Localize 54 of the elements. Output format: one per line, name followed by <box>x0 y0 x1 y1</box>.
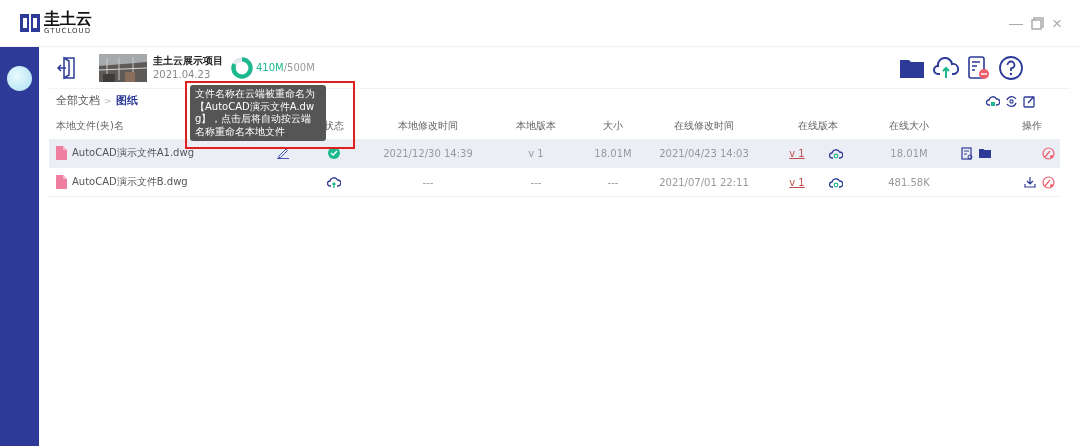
document-icon[interactable] <box>961 146 973 160</box>
table-cell-text: v 1 <box>527 147 545 159</box>
unlink-icon[interactable] <box>1042 175 1055 189</box>
cloud-icon <box>828 176 843 188</box>
table-cell-text: 18.01M <box>593 147 633 159</box>
file-icon <box>56 146 67 160</box>
version-link[interactable]: v 1 <box>789 176 805 188</box>
storage-ring <box>231 56 253 79</box>
column-header: 状态 <box>324 119 344 133</box>
breadcrumb-link[interactable]: 图纸 <box>115 94 138 108</box>
help-icon[interactable] <box>999 55 1023 80</box>
table-cell-text: 18.01M <box>889 147 929 159</box>
cloud-icon <box>828 147 843 159</box>
rename-pencil-icon[interactable] <box>277 147 289 159</box>
table-cell-text: --- <box>421 176 435 188</box>
column-header: 大小 <box>603 119 623 133</box>
table-cell-text: 2021/12/30 14:39 <box>382 147 474 159</box>
column-header: 在线版本 <box>798 119 838 133</box>
app-name: 圭土云 <box>44 11 92 27</box>
table-cell-text: --- <box>529 176 543 188</box>
edit-icon[interactable] <box>1023 94 1036 108</box>
version-link[interactable]: v 1 <box>789 147 805 159</box>
column-header: 在线大小 <box>889 119 929 133</box>
table-cell-text: 481.58K <box>887 176 931 188</box>
project-date: 2021.04.23 <box>153 67 212 82</box>
folder-icon[interactable] <box>900 57 924 78</box>
table-cell-text: --- <box>606 176 620 188</box>
file-name: AutoCAD演示文件A1.dwg <box>72 146 194 160</box>
column-header: 本地版本 <box>516 119 556 133</box>
column-header: 本地修改时间 <box>398 119 458 133</box>
breadcrumb-separator: > <box>104 96 112 106</box>
logo-icon <box>20 14 40 32</box>
unlink-icon[interactable] <box>1042 146 1055 160</box>
column-header: 操作 <box>1022 119 1042 133</box>
download-icon[interactable] <box>1024 176 1036 188</box>
sync-icon[interactable] <box>1005 94 1018 108</box>
file-icon <box>56 175 67 189</box>
cloud-icon[interactable] <box>986 94 1000 107</box>
cloud-upload-icon[interactable] <box>933 56 959 79</box>
document-unlink-icon[interactable] <box>968 55 990 80</box>
file-name: AutoCAD演示文件B.dwg <box>72 175 188 189</box>
project-name: 圭土云展示项目 <box>153 53 223 68</box>
folder-icon[interactable] <box>979 148 991 158</box>
column-header: 本地文件(夹)名 <box>55 119 124 133</box>
table-row[interactable]: AutoCAD演示文件A1.dwg 2021/12/30 14:39 v 1 18.01M 2021/04/23 14:03 v 1 18.01M <box>49 139 1060 168</box>
exit-door-icon[interactable] <box>57 55 77 80</box>
avatar[interactable] <box>7 66 32 91</box>
tooltip: 文件名称在云端被重命名为【AutoCAD演示文件A.dwg】，点击后将自动按云端名称重命名本地文件 <box>190 85 326 141</box>
storage-usage: 410M/500M <box>256 62 315 73</box>
column-header: 在线修改时间 <box>674 119 734 133</box>
table-cell-text: 2021/07/01 22:11 <box>658 176 750 188</box>
breadcrumb-link[interactable]: 全部文档 <box>56 94 100 108</box>
cloud-upload-icon[interactable] <box>327 176 341 188</box>
table-cell-text: 2021/04/23 14:03 <box>658 147 750 159</box>
